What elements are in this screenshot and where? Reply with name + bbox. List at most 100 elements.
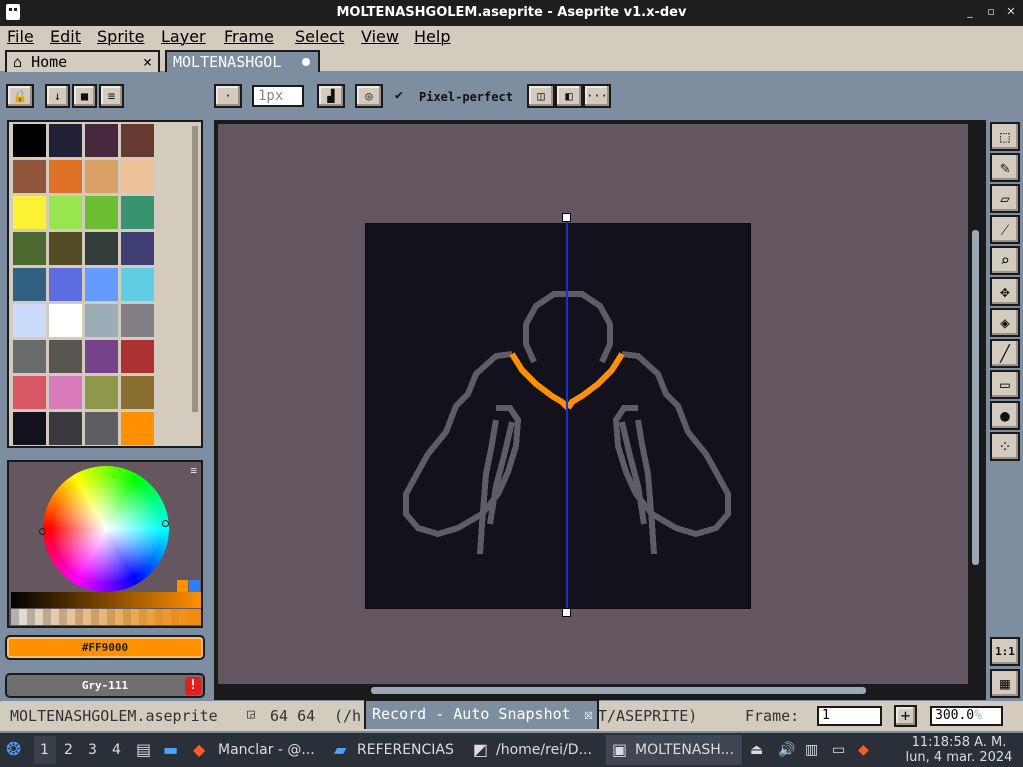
folder-icon[interactable]: ▰	[334, 733, 346, 767]
more-options-button[interactable]: ···	[583, 84, 611, 108]
pixel-perfect-checkbox[interactable]: ✔	[395, 88, 403, 103]
palette-swatch[interactable]	[121, 196, 154, 229]
move-tool-icon[interactable]: ✥	[990, 277, 1020, 306]
foreground-color-button[interactable]: #FF9000	[5, 635, 205, 660]
taskbar-app-editor[interactable]: /home/rei/D...	[496, 733, 592, 767]
palette-swatch[interactable]	[13, 268, 46, 301]
color-wheel[interactable]	[43, 466, 169, 592]
palette-swatch[interactable]	[49, 232, 82, 265]
symmetry-axis-line[interactable]	[566, 217, 568, 613]
palette-swatch[interactable]	[49, 124, 82, 157]
workspace-3[interactable]: 3	[88, 733, 97, 767]
palette-swatch[interactable]	[13, 196, 46, 229]
warning-icon[interactable]: !	[185, 677, 201, 695]
palette-swatch[interactable]	[13, 412, 46, 445]
menu-select[interactable]: Select	[295, 27, 344, 46]
tray-keyboard-icon[interactable]: ⏏	[750, 733, 763, 767]
palette-swatch[interactable]	[85, 232, 118, 265]
palette-swatch[interactable]	[49, 304, 82, 337]
brush-size-input[interactable]: 1px	[252, 85, 304, 107]
palette-swatch[interactable]	[13, 160, 46, 193]
palette-swatch[interactable]	[85, 160, 118, 193]
menu-file[interactable]: File	[7, 27, 34, 46]
brush-type-button[interactable]: ·	[214, 84, 242, 108]
tab-document[interactable]: MOLTENASHGOL	[165, 50, 320, 72]
spray-tool-icon[interactable]: ⁘	[990, 432, 1020, 461]
frame-input[interactable]: 1	[817, 706, 882, 726]
wheel-options-icon[interactable]: ≡	[190, 464, 197, 477]
canvas-background[interactable]	[218, 124, 968, 684]
rectangle-tool-icon[interactable]: ▭	[990, 370, 1020, 399]
palette-swatch[interactable]	[85, 412, 118, 445]
taskbar-app-folder[interactable]: REFERENCIAS	[357, 733, 454, 767]
sprite-canvas[interactable]	[365, 223, 751, 609]
palette-swatch[interactable]	[121, 412, 154, 445]
palette-swatch[interactable]	[49, 268, 82, 301]
palette-swatch[interactable]	[85, 268, 118, 301]
add-frame-button[interactable]: +	[894, 705, 917, 727]
palette-swatch[interactable]	[49, 412, 82, 445]
volume-icon[interactable]: 🔊	[778, 733, 795, 767]
line-tool-icon[interactable]: ╱	[990, 339, 1020, 368]
palette-swatch[interactable]	[85, 124, 118, 157]
menu-lines-icon[interactable]: ≡	[99, 84, 124, 108]
clock[interactable]: 11:18:58 A. M. lun, 4 mar. 2024	[900, 735, 1018, 765]
timeline-icon[interactable]: ▦	[990, 669, 1020, 698]
fill-icon[interactable]: ■	[72, 84, 97, 108]
maximize-button[interactable]: ▫	[984, 5, 998, 19]
horizontal-scrollbar[interactable]	[371, 687, 866, 694]
browser-icon[interactable]: ◆	[193, 733, 205, 767]
menu-layer[interactable]: Layer	[161, 27, 206, 46]
taskbar-app-browser[interactable]: Manclar - @...	[218, 733, 315, 767]
palette-swatch[interactable]	[121, 124, 154, 157]
palette-swatch[interactable]	[13, 376, 46, 409]
blur-tool-icon[interactable]: ●	[990, 401, 1020, 430]
palette-swatch[interactable]	[85, 340, 118, 373]
tab-home[interactable]: ⌂ Home ×	[5, 50, 160, 72]
start-menu-icon[interactable]: ❂	[6, 733, 30, 767]
menu-view[interactable]: View	[361, 27, 399, 46]
eraser-tool-icon[interactable]: ▱	[990, 184, 1020, 213]
tab-close-icon[interactable]: ×	[143, 52, 152, 72]
symmetry-handle-top[interactable]	[562, 213, 571, 222]
minimize-button[interactable]: _	[963, 5, 977, 19]
pencil-tool-icon[interactable]: ✎	[990, 153, 1020, 182]
selection-tool-icon[interactable]: ⬚	[990, 122, 1020, 151]
palette-swatch[interactable]	[13, 304, 46, 337]
aseprite-app-icon[interactable]: ▣	[612, 733, 627, 767]
screen-icon[interactable]: ▭	[832, 733, 845, 767]
palette-swatch[interactable]	[49, 196, 82, 229]
move-down-icon[interactable]: ↓	[45, 84, 70, 108]
taskbar-app-aseprite[interactable]: MOLTENASH...	[635, 733, 734, 767]
palette-swatch[interactable]	[49, 160, 82, 193]
zoom-tool-icon[interactable]: ⌕	[990, 246, 1020, 275]
workspace-1[interactable]: 1	[40, 733, 49, 767]
palette-swatch[interactable]	[121, 232, 154, 265]
vertical-scrollbar[interactable]	[972, 230, 979, 565]
lock-button[interactable]: 🔒	[6, 84, 34, 108]
desktop-icon[interactable]: ▬	[163, 733, 178, 767]
editor-app-icon[interactable]: ◩	[473, 733, 488, 767]
close-window-button[interactable]: ✕	[1004, 5, 1018, 19]
palette-swatch[interactable]	[121, 160, 154, 193]
eyedropper-tool-icon[interactable]: ⁄	[990, 215, 1020, 244]
palette-swatch[interactable]	[49, 376, 82, 409]
alpha-slider[interactable]	[11, 609, 201, 625]
paint-bucket-tool-icon[interactable]: ◈	[990, 308, 1020, 337]
palette-swatch[interactable]	[13, 124, 46, 157]
wheel-marker-2[interactable]	[162, 520, 169, 527]
menu-edit[interactable]: Edit	[50, 27, 81, 46]
palette-swatch[interactable]	[121, 268, 154, 301]
symmetry-handle-bottom[interactable]	[562, 608, 571, 617]
tray-browser-icon[interactable]: ◆	[858, 733, 869, 767]
workspace-2[interactable]: 2	[64, 733, 73, 767]
ink-icon[interactable]: ▟	[317, 84, 345, 108]
dithering-icon[interactable]: ◎	[355, 84, 383, 108]
zoom-1to1-button[interactable]: 1:1	[990, 637, 1020, 666]
menu-frame[interactable]: Frame	[224, 27, 274, 46]
clipboard-icon[interactable]: ▥	[805, 733, 818, 767]
record-close-icon[interactable]: ☒	[584, 701, 593, 727]
palette-swatch[interactable]	[85, 304, 118, 337]
symmetry-icon[interactable]: ◫	[527, 84, 555, 108]
palette-swatch[interactable]	[85, 376, 118, 409]
